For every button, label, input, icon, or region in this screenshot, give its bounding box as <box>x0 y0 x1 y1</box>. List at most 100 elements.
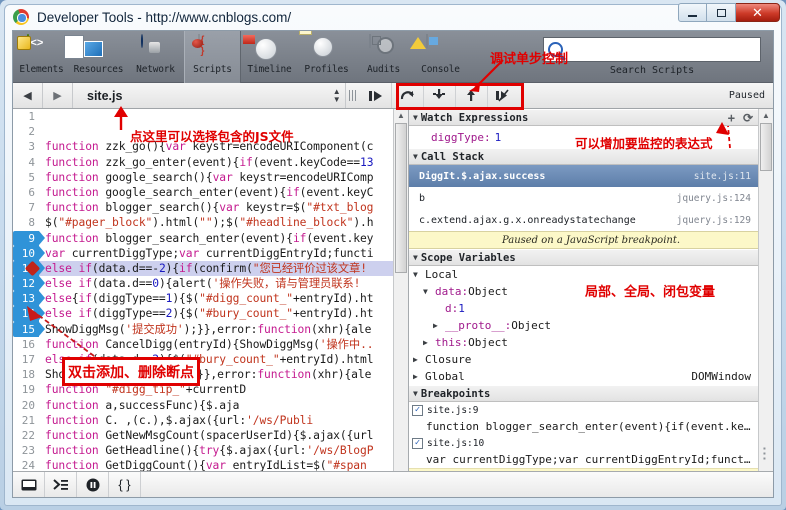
pretty-print-button[interactable]: { } <box>109 472 141 497</box>
code-line[interactable]: 11else if(data.d==-2){if(confirm("您已经评价过… <box>13 261 408 276</box>
code-line[interactable]: 4function zzk_go_enter(event){if(event.k… <box>13 155 408 170</box>
source-code-lines[interactable]: 123function zzk_go(){var keystr=encodeUR… <box>13 109 408 491</box>
search-scripts-input[interactable] <box>543 37 761 62</box>
tab-audits[interactable]: Audits <box>355 31 412 83</box>
code-line[interactable]: 9function blogger_search_enter(event){if… <box>13 231 408 246</box>
line-number[interactable]: 5 <box>13 170 39 185</box>
code-line[interactable]: 10var currentDiggType;var currentDiggEnt… <box>13 246 408 261</box>
breakpoint-row[interactable]: ✓ site.js:9 <box>409 402 773 418</box>
code-line[interactable]: 1 <box>13 109 408 124</box>
line-number-breakpoint[interactable]: 13 <box>13 291 39 306</box>
line-number[interactable]: 3 <box>13 139 39 154</box>
nav-forward-button[interactable]: ▶ <box>43 83 73 108</box>
chevron-right-icon[interactable]: ▶ <box>433 321 442 330</box>
breakpoint-checkbox[interactable]: ✓ <box>412 438 423 449</box>
line-number[interactable]: 17 <box>13 352 39 367</box>
source-code-pane[interactable]: 123function zzk_go(){var keystr=encodeUR… <box>13 109 409 491</box>
chevron-right-icon[interactable]: ▶ <box>413 372 422 381</box>
window-controls[interactable]: ✕ <box>678 3 780 22</box>
chevron-right-icon[interactable]: ▶ <box>413 355 422 364</box>
refresh-watch-button[interactable]: ⟳ <box>743 111 753 125</box>
line-number-breakpoint[interactable]: 12 <box>13 276 39 291</box>
code-line[interactable]: 13else{if(diggType==1){$("#digg_count_"+… <box>13 291 408 306</box>
maximize-button[interactable] <box>707 3 736 22</box>
dock-button[interactable] <box>13 472 45 497</box>
nav-back-button[interactable]: ◀ <box>13 83 43 108</box>
section-breakpoints[interactable]: ▼ Breakpoints <box>409 385 773 402</box>
call-stack-row[interactable]: DiggIt.$.ajax.success site.js:11 <box>409 165 773 187</box>
breakpoint-checkbox[interactable]: ✓ <box>412 405 423 416</box>
line-number-breakpoint[interactable]: 10 <box>13 246 39 261</box>
console-drawer-button[interactable] <box>45 472 77 497</box>
tab-timeline[interactable]: Timeline <box>241 31 298 83</box>
call-stack-function: b <box>419 193 425 204</box>
scope-variable-name: Global <box>425 370 465 383</box>
close-button[interactable]: ✕ <box>736 3 780 22</box>
tab-scripts[interactable]: Scripts <box>184 31 241 83</box>
sidebar-vertical-scrollbar[interactable]: ▲ ▪▪▪ ▼ <box>758 109 773 491</box>
code-line[interactable]: 12else if(data.d==0){alert('操作失败，请与管理员联系… <box>13 276 408 291</box>
breakpoint-row[interactable]: ✓ site.js:10 <box>409 435 773 451</box>
code-line[interactable]: 6function google_search_enter(event){if(… <box>13 185 408 200</box>
line-number[interactable]: 22 <box>13 428 39 443</box>
code-line[interactable]: 8$("#pager_block").html("");$("#headline… <box>13 215 408 230</box>
add-watch-expression-button[interactable]: + <box>728 111 735 125</box>
scope-variable-row[interactable]: d: 1 <box>409 300 773 317</box>
line-number-breakpoint[interactable]: 14 <box>13 306 39 321</box>
line-number-breakpoint[interactable]: 9 <box>13 231 39 246</box>
scope-variable-row[interactable]: ▶__proto__: Object <box>409 317 773 334</box>
script-file-dropdown[interactable]: ▲▼ <box>333 88 341 103</box>
code-line[interactable]: 7function blogger_search(){var keystr=$(… <box>13 200 408 215</box>
tab-network[interactable]: Network <box>127 31 184 83</box>
line-number[interactable]: 20 <box>13 398 39 413</box>
chevron-down-icon[interactable]: ▼ <box>423 287 432 296</box>
code-line[interactable]: 21function C. ,(c.),$.ajax({url:'/ws/Pub… <box>13 413 408 428</box>
line-number[interactable]: 6 <box>13 185 39 200</box>
scroll-up-arrow[interactable]: ▲ <box>759 109 773 123</box>
chevron-down-icon[interactable]: ▼ <box>413 270 422 279</box>
scope-variable-row[interactable]: ▶Closure <box>409 351 773 368</box>
pause-exceptions-button[interactable] <box>77 472 109 497</box>
scroll-thumb[interactable] <box>760 123 772 171</box>
code-line[interactable]: 14else if(diggType==2){$("#bury_count_"+… <box>13 306 408 321</box>
code-line[interactable]: 20function a,successFunc){$.aja <box>13 398 408 413</box>
scope-variable-row[interactable]: ▶GlobalDOMWindow <box>409 368 773 385</box>
line-number[interactable]: 21 <box>13 413 39 428</box>
tab-profiles[interactable]: Profiles <box>298 31 355 83</box>
code-line[interactable]: 16function CancelDigg(entryId){ShowDiggM… <box>13 337 408 352</box>
section-scope-variables[interactable]: ▼ Scope Variables <box>409 249 773 266</box>
call-stack-row[interactable]: c.extend.ajax.g.x.onreadystatechange jqu… <box>409 209 773 231</box>
tab-network-label: Network <box>136 64 175 75</box>
section-watch-expressions[interactable]: ▼ Watch Expressions + ⟳ <box>409 109 773 126</box>
code-vertical-scrollbar[interactable]: ▲ <box>393 109 408 476</box>
resume-button[interactable] <box>360 83 391 108</box>
minimize-button[interactable] <box>678 3 707 22</box>
code-line[interactable]: 23function GetHeadline(){try{$.ajax({url… <box>13 443 408 458</box>
script-filename[interactable]: site.js <box>73 89 122 103</box>
line-number[interactable]: 1 <box>13 109 39 124</box>
tab-resources[interactable]: Resources <box>70 31 127 83</box>
scope-variable-row[interactable]: ▶this: Object <box>409 334 773 351</box>
call-stack-row[interactable]: b jquery.js:124 <box>409 187 773 209</box>
code-line[interactable]: 5function google_search(){var keystr=enc… <box>13 170 408 185</box>
resize-grip[interactable] <box>346 90 360 101</box>
line-number[interactable]: 19 <box>13 382 39 397</box>
line-number[interactable]: 8 <box>13 215 39 230</box>
scroll-thumb[interactable] <box>395 123 407 273</box>
scope-variable-name: __proto__: <box>445 319 511 332</box>
line-number[interactable]: 18 <box>13 367 39 382</box>
line-number[interactable]: 16 <box>13 337 39 352</box>
line-number[interactable]: 4 <box>13 155 39 170</box>
code-text: function google_search(){var keystr=enco… <box>39 170 408 185</box>
line-number[interactable]: 2 <box>13 124 39 139</box>
line-number[interactable]: 23 <box>13 443 39 458</box>
code-text: ShowDiggMsg('提交成功');}},error:function(xh… <box>39 322 408 337</box>
line-number-breakpoint[interactable]: 15 <box>13 322 39 337</box>
code-line[interactable]: 15ShowDiggMsg('提交成功');}},error:function(… <box>13 322 408 337</box>
scroll-up-arrow[interactable]: ▲ <box>394 109 408 123</box>
tab-console[interactable]: Console <box>412 31 469 83</box>
tab-elements[interactable]: Elements <box>13 31 70 83</box>
line-number[interactable]: 7 <box>13 200 39 215</box>
code-line[interactable]: 22function GetNewMsgCount(spacerUserId){… <box>13 428 408 443</box>
chevron-right-icon[interactable]: ▶ <box>423 338 432 347</box>
